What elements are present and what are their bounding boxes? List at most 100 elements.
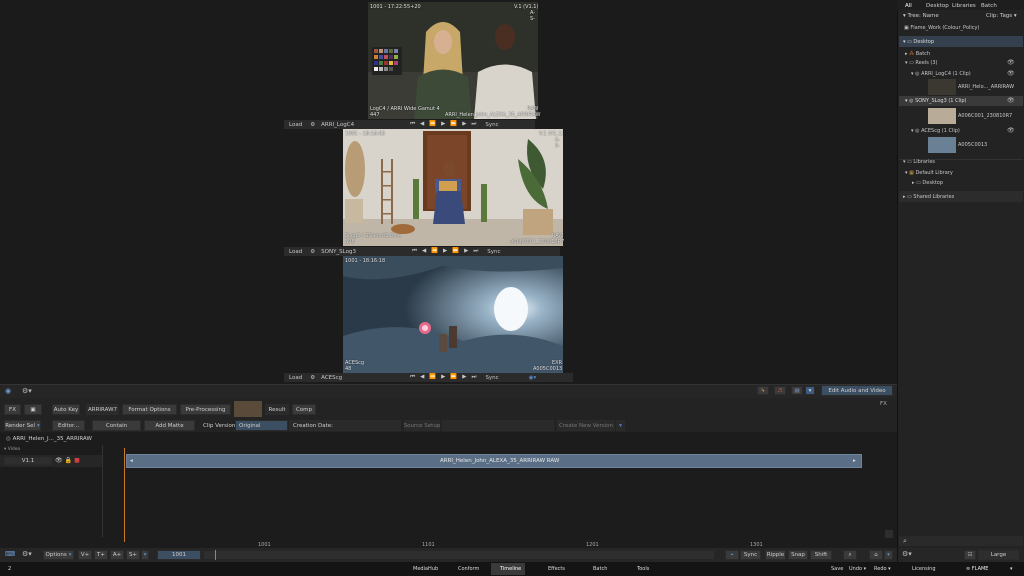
tree-item[interactable]: ▾ ◎ SONY_SLog3 (1 Clip) xyxy=(905,98,966,104)
undo-button[interactable]: Undo ▾ xyxy=(849,566,866,572)
auto-key-button[interactable]: Auto Key xyxy=(52,404,80,415)
tree-item[interactable]: ▸ ⁂ Batch xyxy=(905,51,930,57)
contain-button[interactable]: Contain xyxy=(92,420,141,431)
track-visibility-icons[interactable]: 👁🔒■ xyxy=(55,457,82,464)
nav-conform[interactable]: Conform xyxy=(458,566,479,572)
clip-thumbnail xyxy=(234,401,262,417)
fx-button[interactable]: FX xyxy=(4,404,21,415)
snap-button[interactable]: Snap xyxy=(788,550,808,560)
gear-icon[interactable]: ⚙▾ xyxy=(22,387,32,395)
tree-item[interactable]: ▸ ▭ Shared Libraries xyxy=(903,194,954,200)
tab-batch[interactable]: Batch xyxy=(981,3,997,9)
audio-add-button[interactable]: A+ xyxy=(110,550,124,560)
thumbnail-size-dropdown[interactable]: Large xyxy=(978,550,1019,560)
viewer-3-load-button[interactable]: Load xyxy=(289,375,302,381)
eye-icon[interactable]: 👁 xyxy=(1007,59,1015,66)
video-add-button[interactable]: V+ xyxy=(78,550,92,560)
home-chevron-icon[interactable]: ▾ xyxy=(884,550,893,560)
tree-item[interactable]: ▸ ▭ Desktop xyxy=(912,180,943,186)
audio-icon[interactable]: ♬ xyxy=(774,386,786,395)
clip-version-select[interactable]: Original xyxy=(235,420,288,431)
nav-mediahub[interactable]: MediaHub xyxy=(413,566,438,572)
nav-tools[interactable]: Tools xyxy=(637,566,649,572)
viewer-2-transport-icons[interactable]: ⏮◀⏪▶⏩▶⏭ xyxy=(412,248,483,255)
viewer-1-gear-icon[interactable]: ⚙ xyxy=(310,122,315,128)
nav-effects[interactable]: Effects xyxy=(548,566,565,572)
timeline-gear-icon[interactable]: ⚙▾ xyxy=(22,550,32,558)
tree-item[interactable]: ▾ ▦ Default Library xyxy=(905,170,953,176)
format-options-tab[interactable]: Format Options xyxy=(122,404,177,415)
sync-icon[interactable]: ⌖ xyxy=(725,550,739,560)
comp-tab[interactable]: Comp xyxy=(292,404,316,415)
result-tab[interactable]: Result xyxy=(265,404,289,415)
source-setup-button[interactable]: Source Setup xyxy=(404,420,440,431)
dropdown-chevron-icon[interactable]: ▾ xyxy=(805,386,815,395)
frame-field[interactable]: 1001 xyxy=(157,550,201,560)
sync-button[interactable]: Sync xyxy=(740,550,761,560)
tree-item[interactable]: ▾ ▭ Libraries xyxy=(903,159,935,165)
add-matte-button[interactable]: Add Matte xyxy=(144,420,195,431)
version-chevron-icon[interactable]: ▾ xyxy=(616,420,625,431)
track-add-button[interactable]: T+ xyxy=(94,550,108,560)
add-chevron-icon[interactable]: ▾ xyxy=(141,550,149,560)
tree-item[interactable]: ▾ ◎ ARRI_LogC4 (1 Clip) xyxy=(911,71,971,77)
fx-toggle[interactable]: FX xyxy=(880,401,887,407)
edit-audio-video-button[interactable]: Edit Audio and Video xyxy=(821,385,893,396)
list-view-icon[interactable]: ☷ xyxy=(964,550,976,560)
tree-sort-dropdown[interactable]: ▾ Tree: Name xyxy=(903,13,939,19)
viewer-3-sync-button[interactable]: Sync xyxy=(485,375,498,381)
eye-icon[interactable]: 👁 xyxy=(1007,70,1015,77)
viewer-1-transport-icons[interactable]: ⏮◀⏪▶⏩▶⏭ xyxy=(410,121,481,128)
nav-batch[interactable]: Batch xyxy=(593,566,607,572)
viewer-3-eye-icon[interactable]: ◉▾ xyxy=(529,375,537,381)
viewer-3-gear-icon[interactable]: ⚙ xyxy=(310,375,315,381)
nav-timeline[interactable]: Timeline xyxy=(500,566,521,572)
redo-button[interactable]: Redo ▾ xyxy=(874,566,891,572)
viewer-2-load-button[interactable]: Load xyxy=(289,249,302,255)
search-icon[interactable]: ⌕ xyxy=(903,537,907,546)
eye-icon[interactable]: 👁 xyxy=(1007,127,1015,134)
render-sel-dropdown[interactable]: Render Sel ▾ xyxy=(4,420,41,431)
home-icon[interactable]: ⌂ xyxy=(869,550,883,560)
source-setup-field[interactable] xyxy=(442,420,554,431)
viewer-2-gear-icon[interactable]: ⚙ xyxy=(310,249,315,255)
ripple-button[interactable]: Ripple xyxy=(765,550,786,560)
clip-tags-dropdown[interactable]: Clip: Tags ▾ xyxy=(986,13,1017,19)
panel-gear-icon[interactable]: ⚙▾ xyxy=(902,550,912,558)
viewer-1-sync-button[interactable]: Sync xyxy=(485,122,498,128)
tree-item[interactable]: A005C0013 xyxy=(958,142,987,148)
tree-item[interactable]: A006C001_230810R7 xyxy=(958,113,1012,119)
link-icon[interactable]: ↳ xyxy=(757,386,769,395)
save-button[interactable]: Save xyxy=(831,566,843,572)
viewer-2-sync-button[interactable]: Sync xyxy=(487,249,500,255)
video-icon[interactable]: ▤ xyxy=(791,386,803,395)
track-name[interactable]: V1.1 xyxy=(4,457,52,465)
subtitle-add-button[interactable]: S+ xyxy=(126,550,140,560)
licensing-button[interactable]: Licensing xyxy=(912,566,936,572)
eye-icon[interactable]: 👁 xyxy=(1007,97,1015,104)
tree-item[interactable]: ▾ ▭ Desktop xyxy=(903,39,934,45)
tree-item[interactable]: ▣ Flame_Work (Colour_Policy) xyxy=(904,25,979,31)
shift-button[interactable]: Shift xyxy=(810,550,832,560)
viewer-settings-icon[interactable]: ◉ xyxy=(5,387,11,395)
viewer-3-transport-icons[interactable]: ⏮◀⏪▶⏩▶⏭ xyxy=(410,374,481,381)
panel-search-bar[interactable] xyxy=(899,536,1023,546)
pre-processing-tab[interactable]: Pre-Processing xyxy=(180,404,231,415)
viewer-1-load-button[interactable]: Load xyxy=(289,122,302,128)
tab-desktop[interactable]: Desktop xyxy=(926,3,949,9)
tab-all[interactable]: All xyxy=(905,3,912,9)
tree-item[interactable]: ARRI_Helo..._ARRIRAW xyxy=(958,84,1014,90)
editor-button[interactable]: Editor... xyxy=(52,420,85,431)
zoom-search-icon[interactable]: ⌕ xyxy=(843,550,857,560)
tab-libraries[interactable]: Libraries xyxy=(952,3,976,9)
tree-item[interactable]: ▾ ◎ ACEScg (1 Clip) xyxy=(911,128,960,134)
create-new-version-button[interactable]: Create New Version xyxy=(557,420,615,431)
arriraw-tab[interactable]: ARRIRAW7 xyxy=(86,404,119,415)
tree-item[interactable]: ▾ ▭ Reels (3) xyxy=(905,60,938,66)
options-dropdown[interactable]: Options ▾ xyxy=(43,550,74,560)
timeline-scrubber[interactable] xyxy=(204,551,714,559)
app-menu-icon[interactable]: ▾ xyxy=(1010,566,1013,572)
keyboard-icon[interactable]: ⌨ xyxy=(5,550,15,558)
thumbnail-icon[interactable]: ▣ xyxy=(24,404,42,415)
playhead[interactable] xyxy=(124,448,125,542)
